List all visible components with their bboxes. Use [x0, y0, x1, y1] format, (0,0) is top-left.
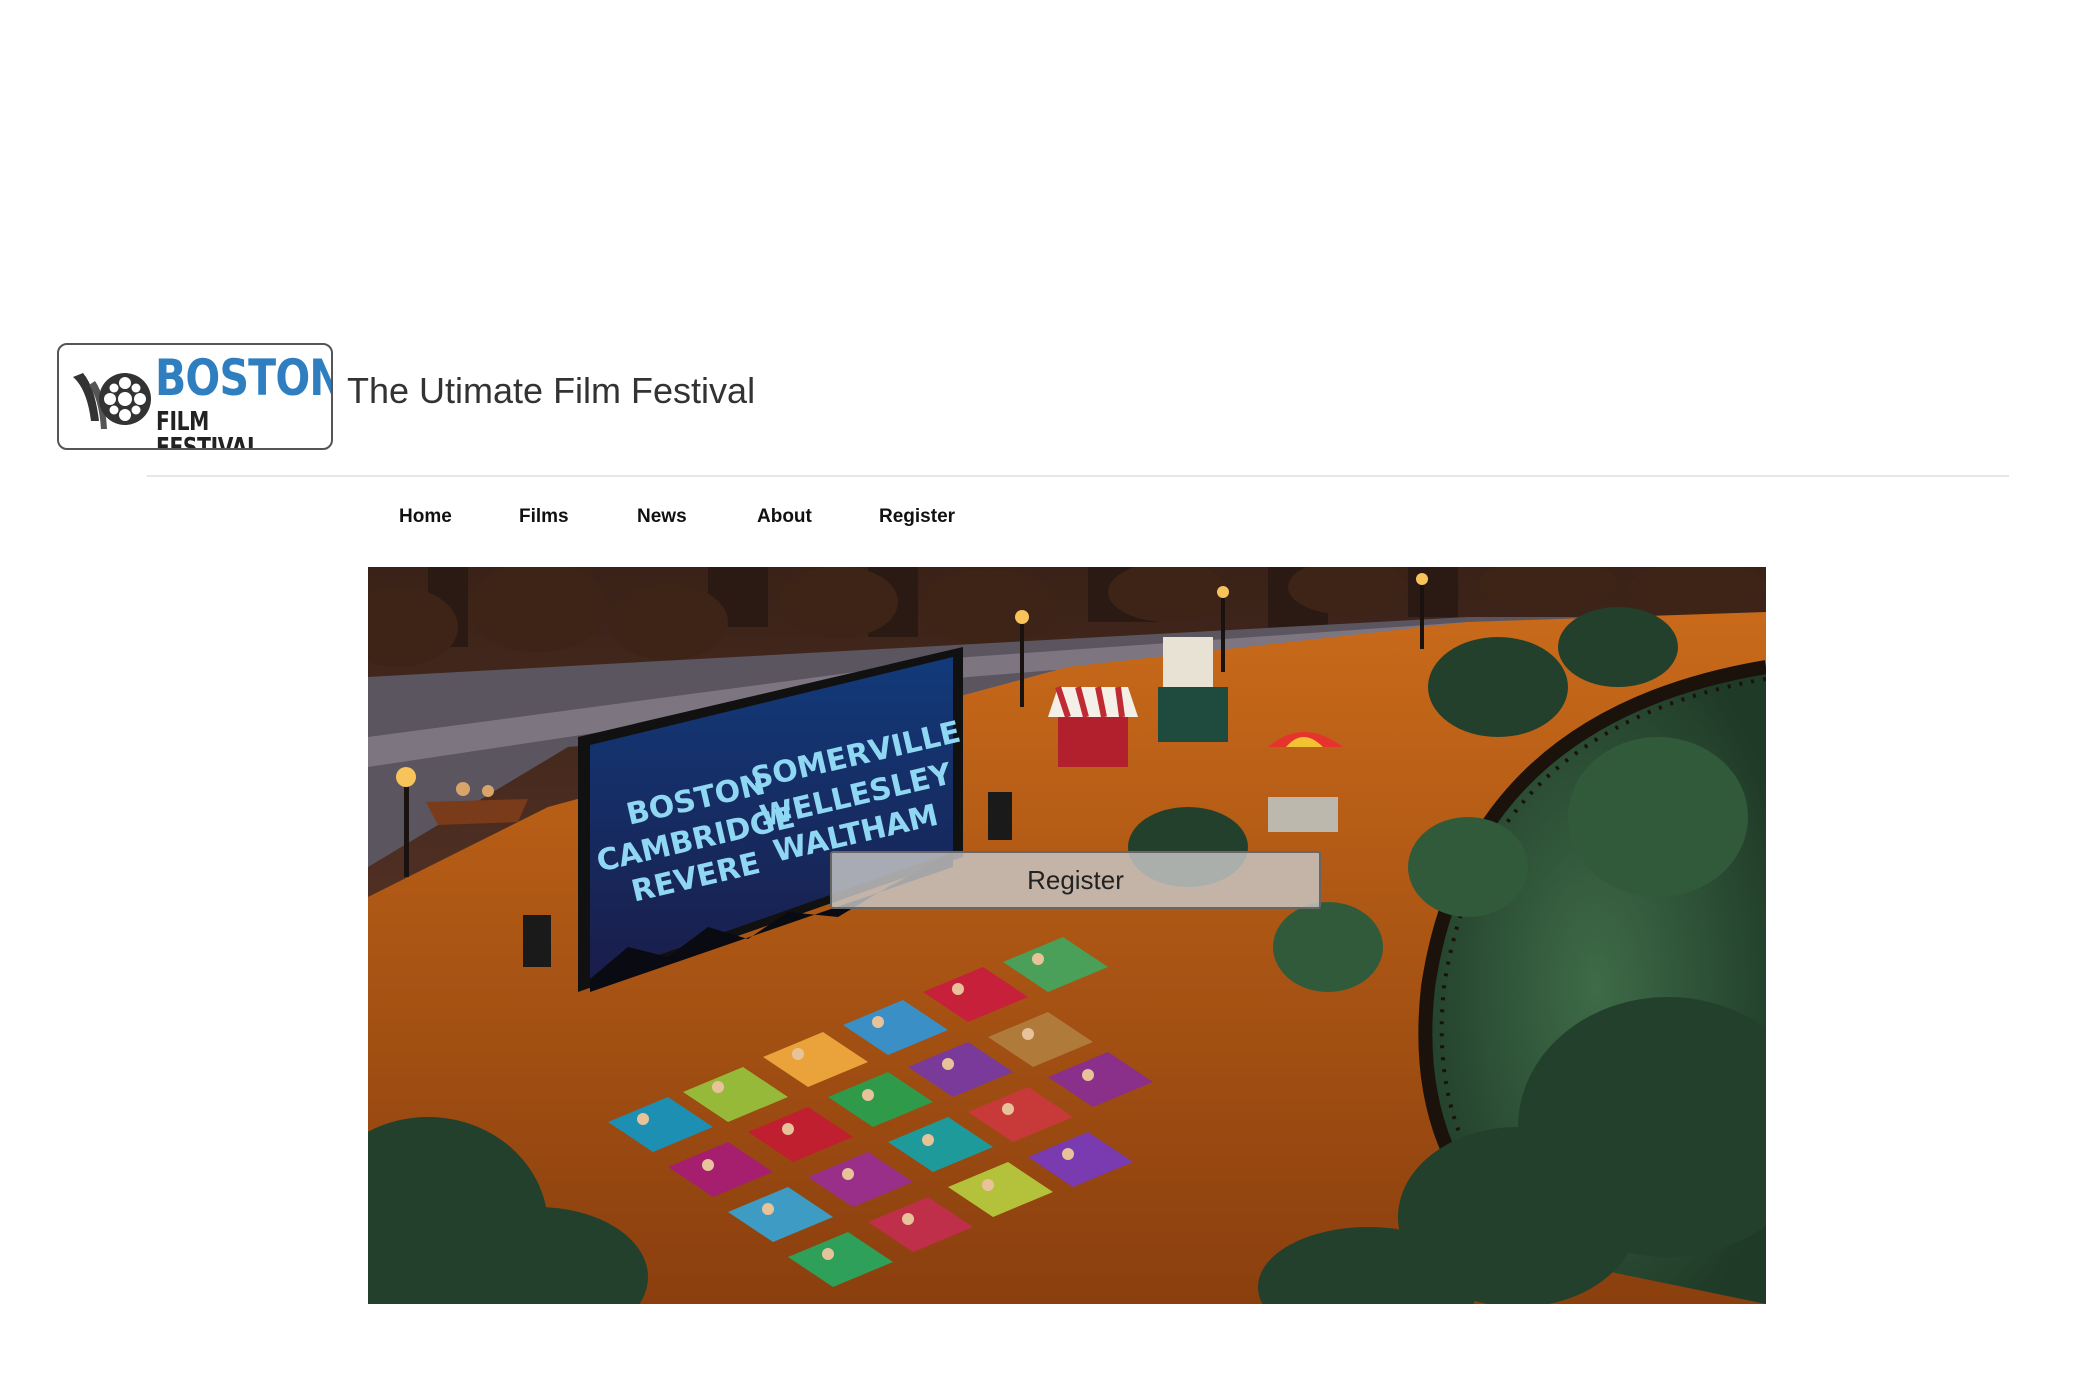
logo-title: BOSTON	[155, 349, 333, 407]
nav-films[interactable]: Films	[519, 506, 569, 528]
logo[interactable]: BOSTON FILM FESTIVAL	[57, 343, 333, 450]
site-tagline: The Utimate Film Festival	[347, 370, 756, 411]
hero-banner: BOSTON CAMBRIDGE REVERE SOMERVILLE WELLE…	[368, 567, 1766, 1304]
nav-about[interactable]: About	[757, 506, 812, 528]
page: BOSTON FILM FESTIVAL The Utimate Film Fe…	[0, 0, 2100, 1400]
logo-subtitle: FILM FESTIVAL	[156, 407, 260, 450]
nav-register[interactable]: Register	[879, 506, 955, 528]
nav-home[interactable]: Home	[399, 506, 452, 528]
film-reel-icon	[73, 373, 151, 429]
nav-news[interactable]: News	[637, 506, 687, 528]
header-divider	[147, 475, 2009, 477]
outdoor-cinema-illustration: BOSTON CAMBRIDGE REVERE SOMERVILLE WELLE…	[368, 567, 1766, 1304]
register-button[interactable]: Register	[830, 851, 1321, 909]
